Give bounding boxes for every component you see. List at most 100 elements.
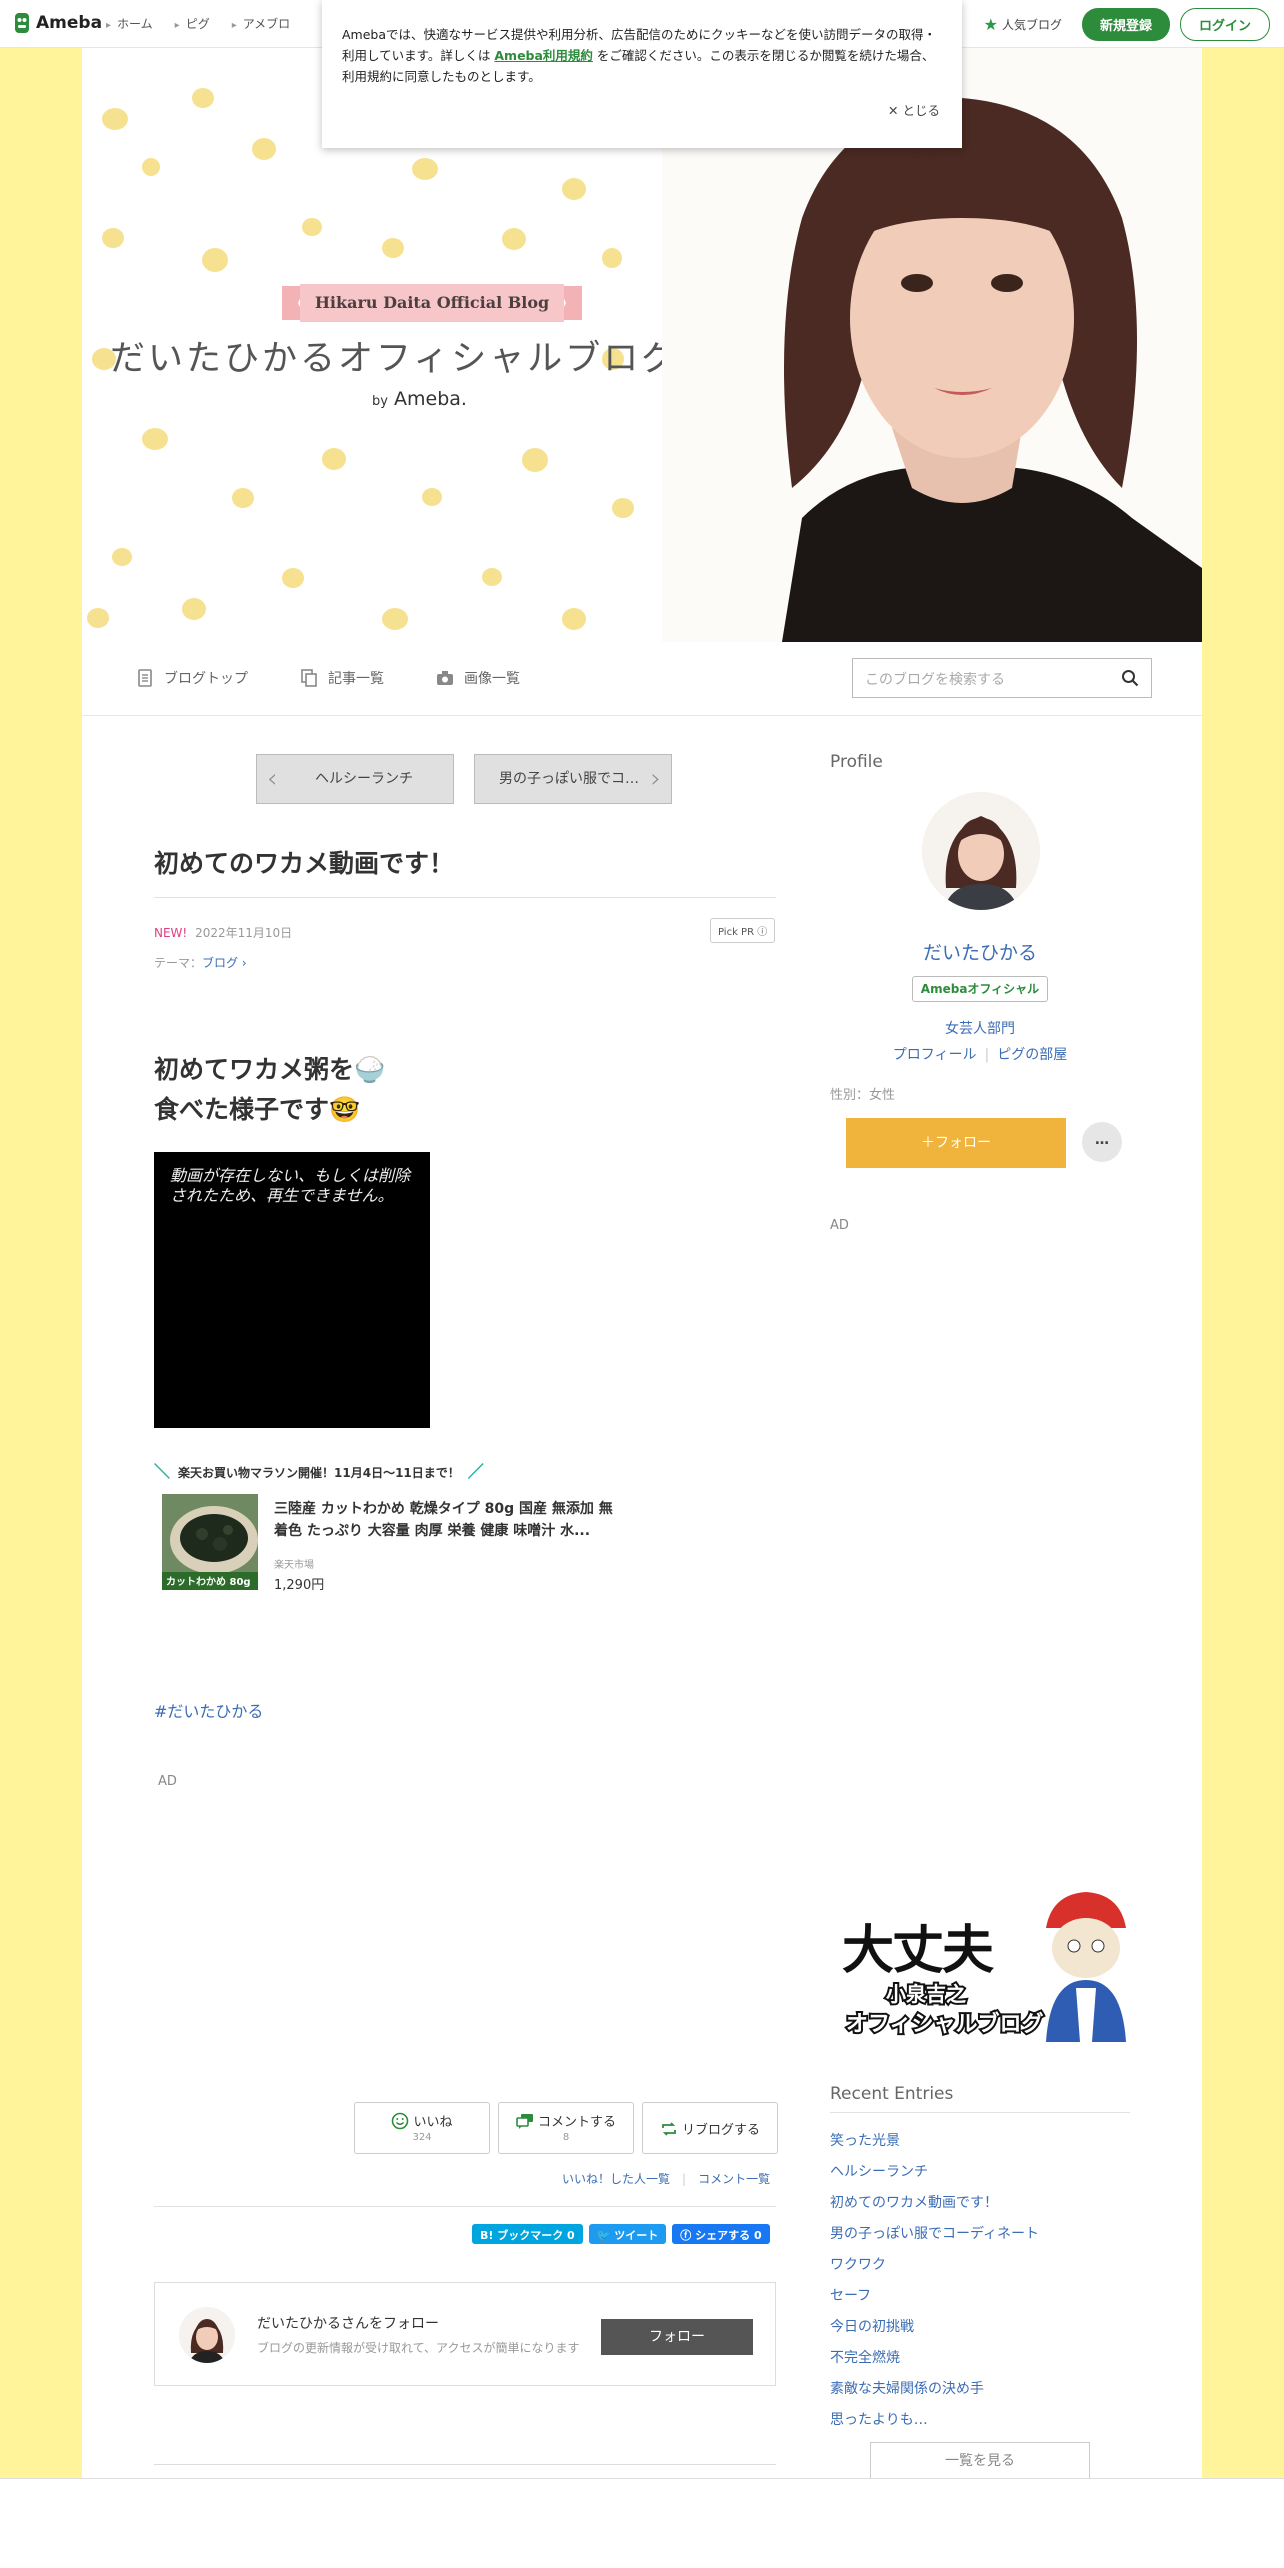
- share-buttons: B! ブックマーク 0 🐦 ツイート ⓕ シェアする 0: [472, 2224, 770, 2244]
- pigg-room-link[interactable]: ピグの部屋: [997, 1047, 1067, 1063]
- blog-top-link[interactable]: ブログトップ: [136, 668, 248, 688]
- comment-icon: [516, 2114, 533, 2129]
- follow-card: だいたひかるさんをフォロー ブログの更新情報が受け取れて、アクセスが簡単になりま…: [154, 2282, 776, 2386]
- profile-heading: Profile: [830, 752, 883, 772]
- signup-button[interactable]: 新規登録: [1081, 8, 1170, 41]
- ad-label: AD: [158, 1774, 177, 1789]
- cookie-close-button[interactable]: ✕ とじる: [888, 100, 940, 121]
- main-content: ブログトップ 記事一覧 画像一覧 このブログを検索する ‹ ヘルシーランチ 男の…: [82, 642, 1202, 2478]
- comment-button[interactable]: コメントする 8: [498, 2102, 634, 2154]
- video-error-message: 動画が存在しない、もしくは削除されたため、再生できません。: [170, 1166, 411, 1205]
- copy-icon: [301, 669, 317, 687]
- sidebar-banner[interactable]: 大丈夫 小泉吉之 オフィシャルブログ: [836, 1888, 1130, 2042]
- global-nav: ホーム ピグ アメブロ: [106, 15, 290, 32]
- blog-nav: ブログトップ 記事一覧 画像一覧 このブログを検索する: [82, 642, 1202, 716]
- divider: [154, 2206, 776, 2207]
- product-price: 1,290円: [274, 1578, 325, 1593]
- theme-link[interactable]: ブログ ›: [202, 956, 247, 970]
- recent-entry-link[interactable]: セーフ: [830, 2288, 871, 2304]
- like-label: いいね: [413, 2115, 453, 2130]
- theme-label: テーマ：: [154, 956, 203, 970]
- pick-pr-button[interactable]: Pick PR ⓘ: [710, 918, 776, 943]
- profile-link[interactable]: プロフィール: [893, 1047, 977, 1063]
- popular-blog-label: 人気ブログ: [1001, 18, 1062, 32]
- facebook-share-button[interactable]: ⓕ シェアする 0: [672, 2224, 770, 2244]
- blog-subtitle: Hikaru Daita Official Blog: [314, 293, 550, 312]
- facebook-icon: ⓕ: [680, 2229, 692, 2242]
- comment-list-link[interactable]: コメント一覧: [698, 2172, 770, 2186]
- nav-ameblo[interactable]: アメブロ: [232, 15, 290, 32]
- hatena-bookmark-button[interactable]: B! ブックマーク 0: [472, 2224, 583, 2244]
- cartoon-character-icon: [1046, 1892, 1126, 2042]
- slash-left-icon: ＼: [154, 1462, 171, 1481]
- image-list-label: 画像一覧: [464, 671, 520, 687]
- profile-gender: 性別：女性: [830, 1088, 896, 1103]
- reblog-button[interactable]: リブログする: [642, 2102, 778, 2154]
- recent-entry-link[interactable]: ワクワク: [830, 2257, 886, 2273]
- entry-theme: テーマ：ブログ ›: [154, 954, 247, 971]
- rakuten-promo-text: 楽天お買い物マラソン開催！11月4日～11日まで！: [178, 1466, 460, 1480]
- popular-blog-link[interactable]: ★ 人気ブログ: [984, 15, 1062, 34]
- share-label: シェアする 0: [695, 2229, 762, 2242]
- hashtag-link[interactable]: #だいたひかる: [154, 1698, 263, 1722]
- more-options-button[interactable]: …: [1082, 1122, 1122, 1162]
- profile-avatar[interactable]: [922, 792, 1040, 910]
- product-name-link[interactable]: 三陸産 カットわかめ 乾燥タイプ 80g 国産 無添加 無着色 たっぷり 大容量…: [274, 1498, 614, 1542]
- blog-search-input[interactable]: このブログを検索する: [852, 658, 1152, 698]
- follow-card-title: だいたひかるさんをフォロー: [257, 2316, 439, 2332]
- list-item: 思ったよりも…: [830, 2409, 1039, 2440]
- like-button[interactable]: いいね 324: [354, 2102, 490, 2154]
- next-entry-label: 男の子っぽい服でコ…: [499, 771, 639, 787]
- ameba-logo[interactable]: Ameba: [12, 11, 102, 35]
- profile-name[interactable]: だいたひかる: [830, 938, 1130, 965]
- divider: [154, 2464, 776, 2465]
- nav-home[interactable]: ホーム: [106, 15, 153, 32]
- recent-entry-link[interactable]: 男の子っぽい服でコーディネート: [830, 2226, 1039, 2242]
- recent-entry-link[interactable]: 初めてのワカメ動画です！: [830, 2195, 998, 2211]
- divider: [154, 897, 776, 898]
- seaweed-product-image: カットわかめ 80g: [162, 1494, 258, 1590]
- tweet-button[interactable]: 🐦 ツイート: [588, 2224, 667, 2244]
- recent-entry-link[interactable]: 不完全燃焼: [830, 2350, 900, 2366]
- image-list-link[interactable]: 画像一覧: [436, 668, 520, 688]
- by-label: by: [372, 394, 388, 409]
- next-entry-button[interactable]: 男の子っぽい服でコ… ›: [474, 754, 672, 804]
- article-list-link[interactable]: 記事一覧: [300, 668, 384, 688]
- ameba-wordmark: Ameba.: [394, 388, 467, 410]
- product-image[interactable]: カットわかめ 80g: [162, 1494, 258, 1590]
- login-button[interactable]: ログイン: [1179, 8, 1270, 41]
- product-image-label: カットわかめ 80g: [166, 1576, 251, 1588]
- recent-entry-link[interactable]: 今日の初挑戦: [830, 2319, 914, 2335]
- tweet-label: ツイート: [614, 2229, 659, 2242]
- recent-entry-link[interactable]: 思ったよりも…: [830, 2412, 928, 2428]
- nav-pigg[interactable]: ピグ: [175, 15, 210, 32]
- recent-entry-link[interactable]: ヘルシーランチ: [830, 2164, 928, 2180]
- blog-title: だいたひかるオフィシャルブログ: [110, 339, 680, 379]
- prev-entry-button[interactable]: ‹ ヘルシーランチ: [256, 754, 454, 804]
- recent-entry-link[interactable]: 笑った光景: [830, 2133, 900, 2149]
- list-item: 初めてのワカメ動画です！: [830, 2192, 1039, 2223]
- liked-users-link[interactable]: いいね！した人一覧: [562, 2172, 670, 2186]
- blog-subtitle-ribbon: Hikaru Daita Official Blog: [282, 282, 582, 324]
- document-icon: [138, 669, 152, 687]
- terms-link[interactable]: Ameba利用規約: [494, 48, 593, 63]
- by-ameba: by Ameba.: [372, 388, 467, 410]
- search-icon[interactable]: [1121, 669, 1139, 687]
- profile-category-link[interactable]: 女芸人部門: [830, 1018, 1130, 1038]
- cookie-consent-dialog: Amebaでは、快適なサービス提供や利用分析、広告配信のためにクッキーなどを使い…: [322, 0, 962, 148]
- entry-title[interactable]: 初めてのワカメ動画です！: [154, 844, 454, 880]
- sidebar-follow-button[interactable]: ＋フォロー: [846, 1118, 1066, 1168]
- avatar-image: [179, 2307, 235, 2363]
- ameba-mascot-icon: [15, 13, 29, 33]
- view-all-button[interactable]: 一覧を見る: [870, 2442, 1090, 2478]
- bottom-bar: [0, 2478, 1284, 2568]
- recent-entry-link[interactable]: 素敵な夫婦関係の決め手: [830, 2381, 984, 2397]
- video-player[interactable]: 動画が存在しない、もしくは削除されたため、再生できません。: [154, 1152, 430, 1428]
- recent-entries-list: 笑った光景 ヘルシーランチ 初めてのワカメ動画です！ 男の子っぽい服でコーディネ…: [830, 2130, 1039, 2440]
- list-item: 素敵な夫婦関係の決め手: [830, 2378, 1039, 2409]
- smile-icon: [392, 2112, 409, 2130]
- entry-meta: NEW! 2022年11月10日: [154, 924, 292, 941]
- list-item: 不完全燃焼: [830, 2347, 1039, 2378]
- follow-card-button[interactable]: フォロー: [601, 2319, 753, 2355]
- banner-subtitle: オフィシャルブログ: [844, 2010, 1046, 2039]
